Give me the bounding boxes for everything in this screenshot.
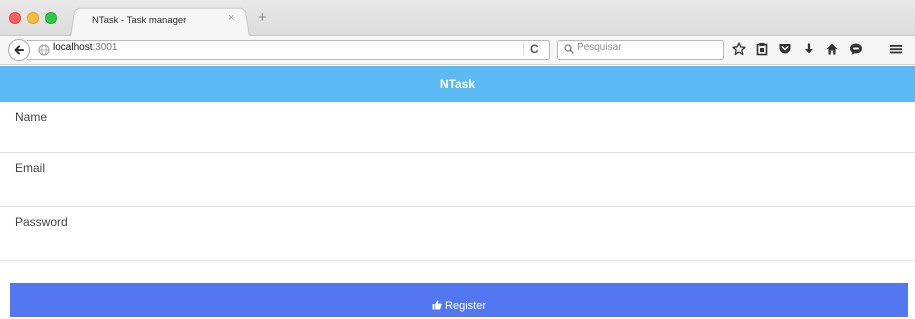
back-arrow-icon [14,45,24,55]
tab-title: NTask - Task manager [92,15,187,26]
password-input[interactable] [15,233,900,253]
clipboard-icon[interactable] [755,42,769,56]
hamburger-menu-icon[interactable] [889,42,903,56]
register-button[interactable]: Register [10,283,908,317]
email-field-row: Email [0,153,915,207]
download-icon[interactable] [802,42,816,56]
reload-icon[interactable]: C [530,42,539,56]
url-text[interactable]: localhost:3001 [53,42,118,53]
url-port: :3001 [92,42,118,53]
back-button[interactable] [8,39,30,61]
star-icon[interactable] [732,42,746,56]
pocket-icon[interactable] [778,42,792,56]
browser-tab-strip: NTask - Task manager × + [0,0,915,37]
name-label: Name [15,110,48,124]
url-divider [523,42,524,56]
name-field-row: Name [0,102,915,153]
password-field-row: Password [0,207,915,261]
thumbs-up-icon [432,300,442,309]
password-label: Password [15,215,68,229]
window-close-button[interactable] [9,12,21,24]
new-tab-icon[interactable]: + [258,10,267,26]
app-header: NTask [0,66,915,102]
email-input[interactable] [15,179,900,199]
email-label: Email [15,161,46,175]
register-button-content: Register [432,300,486,312]
app-title: NTask [439,77,476,91]
search-icon [564,44,574,54]
name-input[interactable] [15,128,900,148]
home-icon[interactable] [825,42,839,56]
search-placeholder: Pesquisar [577,42,622,53]
window-zoom-button[interactable] [45,12,57,24]
globe-icon [38,44,50,56]
window-minimize-button[interactable] [27,12,39,24]
url-host: localhost [53,42,93,53]
tab-close-icon[interactable]: × [228,12,234,24]
chat-icon[interactable] [849,42,863,56]
register-button-label: Register [445,299,486,312]
